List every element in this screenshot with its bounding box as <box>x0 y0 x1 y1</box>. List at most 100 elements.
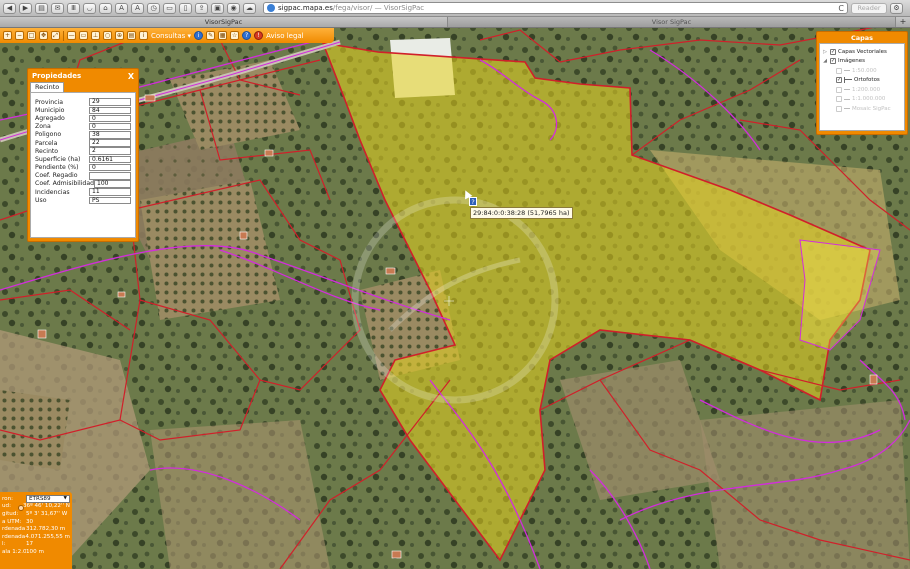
property-value: 0 <box>89 114 131 123</box>
layer-item-50000: 1:50.000 <box>822 66 902 76</box>
address-bar[interactable]: sigpac.mapa.es/fega/visor/ — VisorSigPac… <box>263 2 848 14</box>
stop-icon[interactable]: ◉ <box>227 2 240 14</box>
map-toolbar: + − □ ✥ ⤢ — ▭ ⊥ ○ ⊕ ▤ i Consultas ▾ i ✎ … <box>0 28 334 43</box>
expand-icon[interactable]: ▷ <box>822 49 828 55</box>
property-row: Provincia 29 <box>35 98 131 106</box>
print-map-icon[interactable]: ▤ <box>127 31 136 40</box>
location-icon[interactable] <box>18 505 24 511</box>
property-value: 29 <box>89 98 131 106</box>
bookmarks-icon[interactable]: ◡ <box>83 2 96 14</box>
help-marker-icon[interactable]: ? <box>469 197 477 206</box>
tab-visorsigpac-1[interactable]: VisorSigPac <box>0 17 448 27</box>
coord-row: a UTM: 30 <box>2 518 70 526</box>
property-row: Pendiente (%) 0 <box>35 163 131 172</box>
layer-item-imagenes[interactable]: ◢ ✓ Imágenes <box>822 57 902 67</box>
properties-header[interactable]: Propiedades X <box>30 71 136 81</box>
cloud-icon[interactable]: ☁ <box>243 2 256 14</box>
help-icon[interactable]: ? <box>242 31 252 40</box>
property-value: PS <box>89 196 131 205</box>
tab-recinto[interactable]: Recinto <box>30 82 65 92</box>
layer-label: Capas Vectoriales <box>838 48 887 55</box>
mail-icon[interactable]: ✉ <box>51 2 64 14</box>
sidebar-icon[interactable]: ▯ <box>179 2 192 14</box>
tab-visorsigpac-2[interactable]: Visor SigPac <box>448 17 896 27</box>
opacity-slider-icon[interactable] <box>844 77 852 84</box>
reload-icon[interactable]: C <box>838 4 844 13</box>
property-label: Coef. Regadio <box>35 172 78 180</box>
zoom-out-icon[interactable]: − <box>15 31 24 40</box>
property-row: Uso PS <box>35 196 131 205</box>
property-value: 11 <box>89 188 131 196</box>
consultas-menu[interactable]: Consultas ▾ <box>151 32 191 40</box>
layer-label: Mosaic SigPac <box>852 105 891 112</box>
layer-checkbox[interactable]: ✓ <box>830 48 836 55</box>
property-row: Coef. Regadio <box>35 172 131 180</box>
layer-label: Ortofotos <box>854 77 880 84</box>
layer-line-icon <box>844 70 850 72</box>
properties-panel: Propiedades X Recinto Provincia 29 Munici… <box>27 68 139 242</box>
print-icon[interactable]: ▤ <box>35 2 48 14</box>
layer-item-ortofotos[interactable]: ✓ Ortofotos <box>822 76 902 86</box>
measure-line-icon[interactable]: — <box>67 31 76 40</box>
history-icon[interactable]: ◷ <box>147 2 160 14</box>
text-smaller-icon[interactable]: A <box>115 2 128 14</box>
coord-label: gitud: <box>2 510 19 517</box>
reader-button[interactable]: Reader <box>851 2 887 14</box>
layer-checkbox[interactable]: ✓ <box>830 58 836 65</box>
aviso-legal-link[interactable]: Aviso legal <box>266 32 304 40</box>
edit-icon[interactable]: ✎ <box>206 31 216 40</box>
measure-area-icon[interactable]: ▭ <box>79 31 88 40</box>
back-icon[interactable]: ◀ <box>3 2 16 14</box>
projection-select[interactable]: ETRS89 <box>26 494 70 503</box>
coord-row: rdenada X:312.782,30 m <box>2 525 70 533</box>
pan-icon[interactable]: ✥ <box>39 31 48 40</box>
identify-icon[interactable]: i <box>139 31 148 40</box>
property-value: 2 <box>89 147 131 155</box>
toolbar-divider <box>63 30 64 41</box>
refresh-icon[interactable]: ▣ <box>211 2 224 14</box>
home-icon[interactable]: ⌂ <box>99 2 112 14</box>
circle-icon[interactable]: ○ <box>103 31 112 40</box>
warning-icon[interactable]: ! <box>254 31 264 40</box>
property-row: Superficie (ha) 0.6161 <box>35 155 131 164</box>
coord-label: l: <box>2 541 6 548</box>
property-label: Incidencias <box>35 188 70 196</box>
info-icon[interactable]: i <box>194 31 204 40</box>
layer-item-capas-vectoriales[interactable]: ▷ ✓ Capas Vectoriales <box>822 47 902 57</box>
downloads-icon[interactable]: ⚙ <box>890 2 903 14</box>
layer-checkbox <box>836 86 842 93</box>
tabs-icon[interactable]: ▭ <box>163 2 176 14</box>
forward-icon[interactable]: ▶ <box>19 2 32 14</box>
share-icon[interactable]: ⇪ <box>195 2 208 14</box>
consultas-label: Consultas <box>151 31 186 40</box>
property-row: Zona 0 <box>35 122 131 131</box>
layer-line-icon <box>844 98 850 100</box>
layers-title[interactable]: Capas <box>819 34 905 43</box>
coord-value: 36º 46' 10,22'' N <box>22 503 70 510</box>
coord-label: ala 1:2.0 <box>2 548 26 555</box>
property-value: 38 <box>89 131 131 139</box>
zoom-in-icon[interactable]: + <box>3 31 12 40</box>
coord-label: rdenada Y: <box>2 533 26 540</box>
star-icon[interactable]: ☆ <box>230 31 240 40</box>
collapse-icon[interactable]: ◢ <box>822 58 828 64</box>
coordinates-panel: ron: ETRS89 ud:36º 46' 10,22'' N gitud: 5… <box>0 492 72 569</box>
layer-item-200000: 1:200.000 <box>822 85 902 95</box>
properties-title: Propiedades <box>32 72 82 80</box>
measure-icon[interactable]: ⊥ <box>91 31 100 40</box>
extent-icon[interactable]: ⤢ <box>51 31 60 40</box>
new-tab-button[interactable]: + <box>896 17 910 27</box>
locate-icon[interactable]: ⊕ <box>115 31 124 40</box>
coord-label: a UTM: <box>2 518 22 525</box>
text-larger-icon[interactable]: A <box>131 2 144 14</box>
property-row: Parcela 22 <box>35 139 131 147</box>
close-icon[interactable]: X <box>128 72 134 81</box>
layers-icon[interactable]: ▦ <box>218 31 228 40</box>
layer-label: 1:1.000.000 <box>852 96 886 103</box>
property-row: Coef. Admisibilidad 100 <box>35 180 131 188</box>
layer-checkbox[interactable]: ✓ <box>836 77 842 84</box>
reader-list-icon[interactable]: Ⅲ <box>67 2 80 14</box>
url-text: sigpac.mapa.es/fega/visor/ — VisorSigPac <box>278 4 424 12</box>
zoom-box-icon[interactable]: □ <box>27 31 36 40</box>
property-label: Uso <box>35 196 47 204</box>
